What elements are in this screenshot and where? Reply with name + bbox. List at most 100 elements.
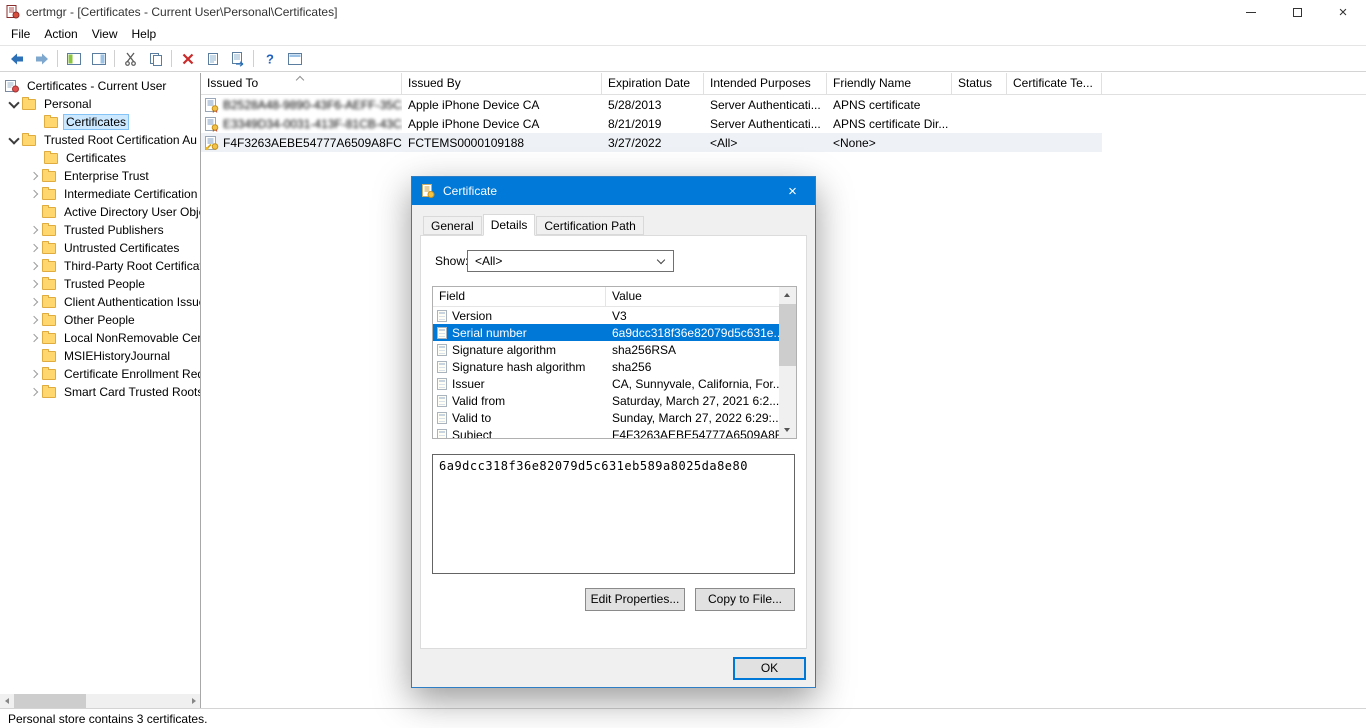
chevron-right-icon[interactable] bbox=[26, 240, 42, 256]
table-row[interactable]: E3349D34-0031-413F-81CB-43C... Apple iPh… bbox=[201, 114, 1102, 133]
menu-file[interactable]: File bbox=[4, 24, 37, 45]
show-hide-action-pane-icon bbox=[91, 51, 107, 67]
tree-item-trusted-people[interactable]: Trusted People bbox=[0, 275, 200, 293]
grid-row-version[interactable]: Version V3 bbox=[433, 307, 779, 324]
folder-icon bbox=[42, 369, 56, 380]
tree-item-trusted-root[interactable]: Trusted Root Certification Au bbox=[0, 131, 200, 149]
chevron-right-icon[interactable] bbox=[26, 276, 42, 292]
grid-row-signature-hash-algorithm[interactable]: Signature hash algorithm sha256 bbox=[433, 358, 779, 375]
copy-button[interactable] bbox=[143, 47, 168, 71]
chevron-right-icon[interactable] bbox=[26, 294, 42, 310]
tree-item-label: Certificates bbox=[63, 150, 129, 166]
delete-button[interactable] bbox=[175, 47, 200, 71]
tree-item-other-people[interactable]: Other People bbox=[0, 311, 200, 329]
column-status[interactable]: Status bbox=[952, 73, 1007, 94]
chevron-right-icon[interactable] bbox=[26, 168, 42, 184]
export-list-button[interactable] bbox=[225, 47, 250, 71]
scrollbar-thumb[interactable] bbox=[779, 304, 796, 366]
grid-row-valid-from[interactable]: Valid from Saturday, March 27, 2021 6:2.… bbox=[433, 392, 779, 409]
tree-item-untrusted-certificates[interactable]: Untrusted Certificates bbox=[0, 239, 200, 257]
tree-item-trusted-publishers[interactable]: Trusted Publishers bbox=[0, 221, 200, 239]
chevron-right-icon[interactable] bbox=[26, 222, 42, 238]
status-bar: Personal store contains 3 certificates. bbox=[0, 708, 1366, 728]
edit-properties-button[interactable]: Edit Properties... bbox=[585, 588, 685, 611]
tab-certification-path[interactable]: Certification Path bbox=[536, 216, 643, 235]
tree-item-personal[interactable]: Personal bbox=[0, 95, 200, 113]
status-text: Personal store contains 3 certificates. bbox=[8, 712, 207, 726]
close-button[interactable]: × bbox=[1320, 0, 1366, 24]
chevron-right-icon[interactable] bbox=[26, 384, 42, 400]
tree-item-certificates-current-user[interactable]: Certificates - Current User bbox=[0, 77, 200, 95]
show-hide-console-tree-button[interactable] bbox=[61, 47, 86, 71]
tree-item-label: Intermediate Certification Au bbox=[61, 186, 201, 202]
table-row[interactable]: B2528A48-9890-43F6-AEFF-35C... Apple iPh… bbox=[201, 95, 1102, 114]
scroll-left-icon[interactable] bbox=[0, 694, 14, 708]
grid-row-issuer[interactable]: Issuer CA, Sunnyvale, California, For... bbox=[433, 375, 779, 392]
chevron-right-icon[interactable] bbox=[26, 186, 42, 202]
menu-action[interactable]: Action bbox=[37, 24, 84, 45]
grid-row-signature-algorithm[interactable]: Signature algorithm sha256RSA bbox=[433, 341, 779, 358]
tree-item-intermediate-ca[interactable]: Intermediate Certification Au bbox=[0, 185, 200, 203]
tab-details[interactable]: Details bbox=[483, 214, 536, 236]
grid-vertical-scrollbar[interactable] bbox=[779, 287, 796, 438]
chevron-down-icon[interactable] bbox=[6, 132, 22, 148]
grid-row-valid-to[interactable]: Valid to Sunday, March 27, 2022 6:29:... bbox=[433, 409, 779, 426]
expiration-value: 8/21/2019 bbox=[602, 117, 704, 131]
tree-item-third-party-root[interactable]: Third-Party Root Certificatior bbox=[0, 257, 200, 275]
tree-item-personal-certificates[interactable]: Certificates bbox=[0, 113, 200, 131]
chevron-right-icon[interactable] bbox=[26, 258, 42, 274]
column-expiration-date[interactable]: Expiration Date bbox=[602, 73, 704, 94]
tree-item-trusted-root-certificates[interactable]: Certificates bbox=[0, 149, 200, 167]
chevron-right-icon[interactable] bbox=[26, 312, 42, 328]
column-intended-purposes[interactable]: Intended Purposes bbox=[704, 73, 827, 94]
dialog-close-button[interactable]: × bbox=[770, 177, 815, 205]
tree-horizontal-scrollbar[interactable] bbox=[0, 694, 200, 708]
delete-icon bbox=[180, 51, 196, 67]
show-hide-action-pane-button[interactable] bbox=[86, 47, 111, 71]
column-issued-to[interactable]: Issued To bbox=[201, 73, 402, 94]
value-column-header[interactable]: Value bbox=[606, 287, 796, 306]
table-row-selected[interactable]: F4F3263AEBE54777A6509A8FCC... FCTEMS0000… bbox=[201, 133, 1102, 152]
maximize-icon bbox=[1293, 8, 1302, 17]
column-friendly-name[interactable]: Friendly Name bbox=[827, 73, 952, 94]
copy-to-file-button[interactable]: Copy to File... bbox=[695, 588, 795, 611]
show-dropdown[interactable]: <All> bbox=[467, 250, 674, 272]
scroll-down-icon[interactable] bbox=[779, 422, 796, 438]
folder-icon bbox=[42, 189, 56, 200]
field-value-textbox[interactable]: 6a9dcc318f36e82079d5c631eb589a8025da8e80 bbox=[432, 454, 795, 574]
menu-help[interactable]: Help bbox=[125, 24, 164, 45]
tree-item-active-directory-user-object[interactable]: Active Directory User Object bbox=[0, 203, 200, 221]
tab-general[interactable]: General bbox=[423, 216, 482, 235]
field-column-header[interactable]: Field bbox=[433, 287, 606, 306]
tree-item-enterprise-trust[interactable]: Enterprise Trust bbox=[0, 167, 200, 185]
ok-button[interactable]: OK bbox=[733, 657, 806, 680]
maximize-button[interactable] bbox=[1274, 0, 1320, 24]
column-issued-by[interactable]: Issued By bbox=[402, 73, 602, 94]
help-button[interactable]: ? bbox=[257, 47, 282, 71]
scroll-up-icon[interactable] bbox=[779, 287, 796, 303]
chevron-down-icon[interactable] bbox=[6, 96, 22, 112]
grid-row-subject[interactable]: Subject F4F3263AEBE54777A6509A8F... bbox=[433, 426, 779, 439]
tree-item-certificate-enrollment-requests[interactable]: Certificate Enrollment Reque bbox=[0, 365, 200, 383]
tree-item-label: Active Directory User Object bbox=[61, 204, 201, 220]
cut-button[interactable] bbox=[118, 47, 143, 71]
column-certificate-template[interactable]: Certificate Te... bbox=[1007, 73, 1102, 94]
expiration-value: 3/27/2022 bbox=[602, 136, 704, 150]
chevron-right-icon[interactable] bbox=[26, 330, 42, 346]
toolbar: ? bbox=[0, 46, 1366, 72]
menu-view[interactable]: View bbox=[85, 24, 125, 45]
minimize-button[interactable] bbox=[1228, 0, 1274, 24]
back-button[interactable] bbox=[4, 47, 29, 71]
tree-item-local-nonremovable[interactable]: Local NonRemovable Certific bbox=[0, 329, 200, 347]
tree-item-label: Trusted Publishers bbox=[61, 222, 167, 238]
tree-item-msie-history-journal[interactable]: MSIEHistoryJournal bbox=[0, 347, 200, 365]
tree-item-client-authentication-issuers[interactable]: Client Authentication Issuers bbox=[0, 293, 200, 311]
forward-button[interactable] bbox=[29, 47, 54, 71]
properties-button[interactable] bbox=[200, 47, 225, 71]
tree-item-smart-card-trusted-roots[interactable]: Smart Card Trusted Roots bbox=[0, 383, 200, 401]
scrollbar-thumb[interactable] bbox=[14, 694, 86, 708]
chevron-right-icon[interactable] bbox=[26, 366, 42, 382]
action-pane-button[interactable] bbox=[282, 47, 307, 71]
scroll-right-icon[interactable] bbox=[186, 694, 200, 708]
grid-row-serial-number[interactable]: Serial number 6a9dcc318f36e82079d5c631e.… bbox=[433, 324, 779, 341]
